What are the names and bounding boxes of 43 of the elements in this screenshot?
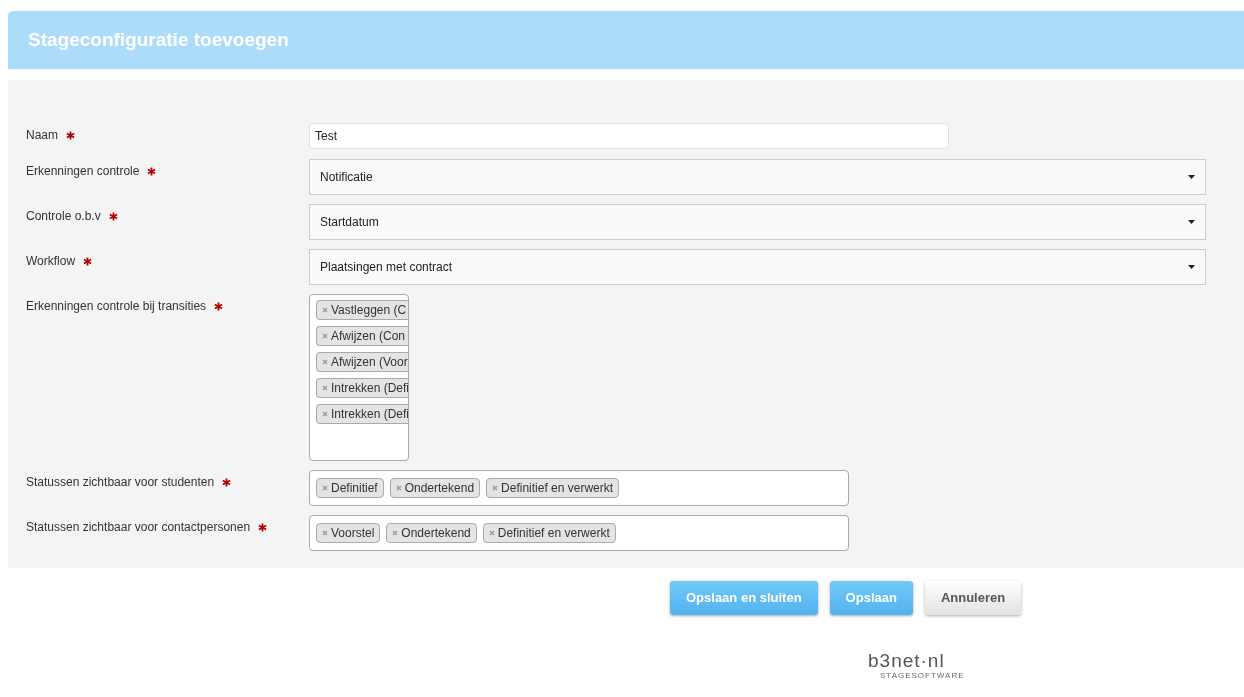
multi-select-field[interactable]: Definitief Ondertekend Definitief en verwerkt — [309, 470, 849, 506]
remove-icon[interactable] — [322, 333, 328, 339]
dropdown[interactable]: Notificatie — [309, 159, 1206, 195]
remove-icon[interactable] — [322, 385, 328, 391]
field-label: Erkenningen controle bij transities — [26, 299, 207, 313]
remove-icon[interactable] — [395, 485, 402, 491]
action-button[interactable]: Annuleren — [924, 581, 1022, 615]
tag-text: Definitief en verwerkt — [497, 526, 610, 540]
text-input[interactable]: Test — [309, 123, 949, 149]
remove-icon[interactable] — [322, 411, 328, 417]
tag-text: Intrekken (Defi — [331, 407, 408, 421]
caret-icon — [1188, 220, 1195, 224]
remove-icon[interactable] — [488, 530, 495, 536]
dialog-title: Stageconfiguratie toevoegen — [28, 28, 289, 52]
tag-text: Intrekken (Defi — [331, 381, 408, 395]
tag-text: Ondertekend — [404, 481, 475, 495]
caret-icon — [1188, 265, 1195, 269]
tag-text: Definitief en verwerkt — [501, 481, 614, 495]
remove-icon[interactable] — [322, 530, 328, 536]
tag-text: Definitief — [331, 481, 378, 495]
field-label: Statussen zichtbaar voor studenten — [26, 475, 215, 489]
remove-icon[interactable] — [322, 359, 328, 365]
tag-text: Afwijzen (Con — [331, 329, 406, 343]
field-label: Statussen zichtbaar voor contactpersonen — [26, 520, 251, 534]
field-label: Erkenningen controle — [26, 164, 140, 178]
field-label: Controle o.b.v — [26, 209, 101, 223]
field-label: Workflow — [26, 254, 76, 268]
field-label: Naam — [26, 128, 58, 142]
remove-icon[interactable] — [492, 485, 499, 491]
dropdown[interactable]: Plaatsingen met contract — [309, 249, 1206, 285]
tag-text: Vastleggen (C — [331, 303, 407, 317]
remove-icon[interactable] — [392, 530, 399, 536]
dropdown[interactable]: Startdatum — [309, 204, 1206, 240]
logo-tagline: STAGESOFTWARE — [880, 671, 965, 681]
multi-select-field[interactable]: Vastleggen (C Afwijzen (Con Afwijzen (Voor Intrekken (Defi Intrekken (Defi — [309, 294, 409, 461]
tag-text: Afwijzen (Voor — [331, 355, 408, 369]
tag-text: Ondertekend — [401, 526, 471, 540]
remove-icon[interactable] — [322, 485, 328, 491]
caret-icon — [1188, 175, 1195, 179]
remove-icon[interactable] — [322, 307, 328, 313]
multi-select-field[interactable]: Voorstel Ondertekend Definitief en verwerkt — [309, 515, 849, 551]
logo-wordmark: b3net·nl — [868, 651, 945, 671]
tag-text: Voorstel — [331, 526, 375, 540]
